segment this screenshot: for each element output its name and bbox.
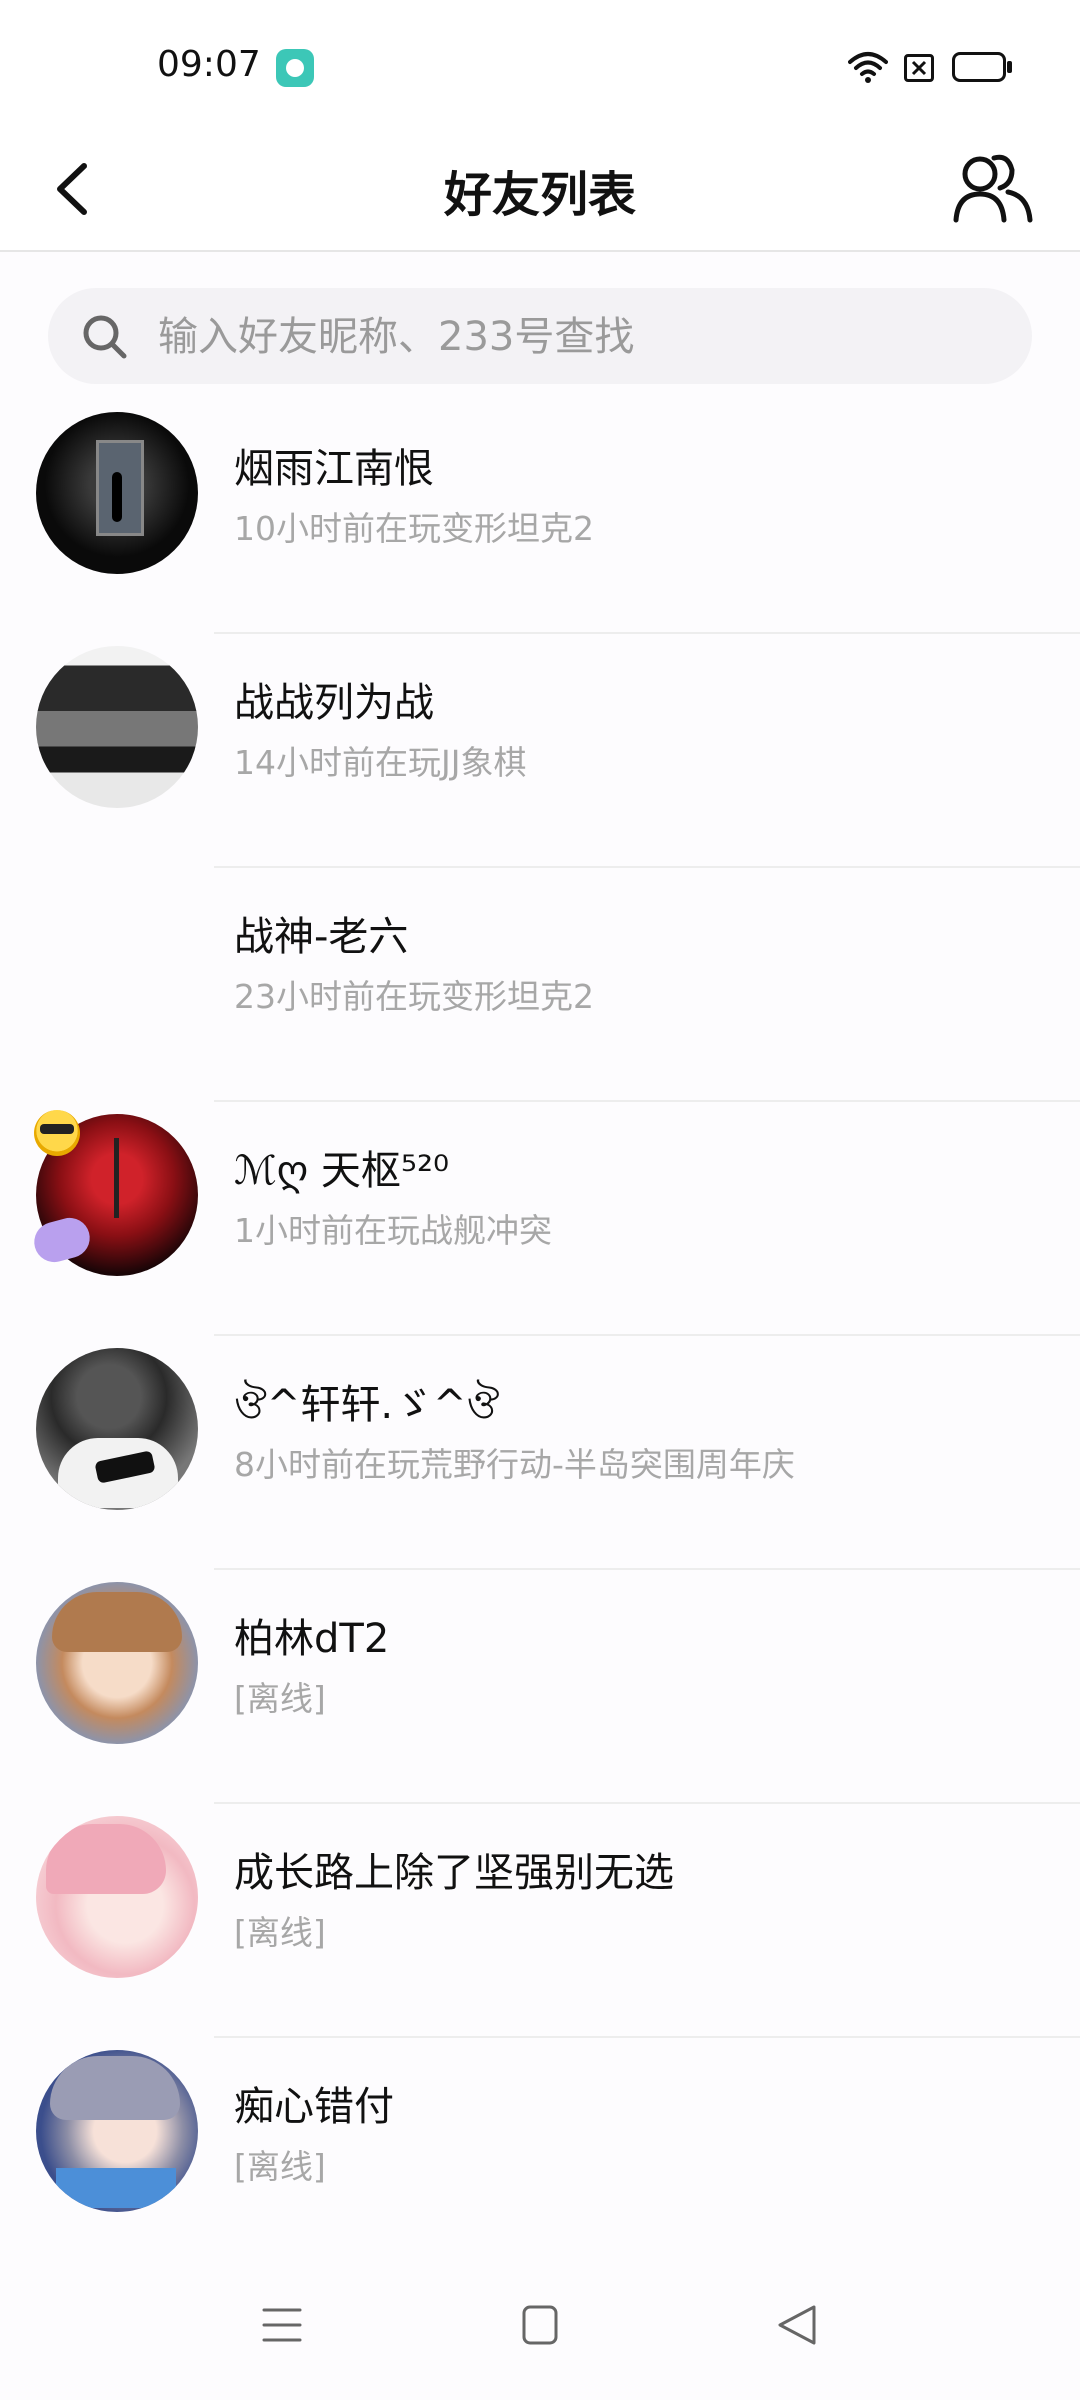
friend-item[interactable]: 痴心错付 [离线] (0, 2038, 1080, 2272)
friend-name: 战战列为战 (234, 680, 434, 726)
friend-status: [离线] (234, 2147, 326, 2186)
nav-back-button[interactable] (758, 2290, 838, 2360)
friend-item[interactable]: 战战列为战 14小时前在玩JJ象棋 (0, 634, 1080, 868)
page-title: 好友列表 (443, 167, 636, 223)
menu-icon (262, 2308, 302, 2342)
friend-item[interactable]: 成长路上除了坚强别无选 [离线] (0, 1804, 1080, 2038)
avatar (36, 1582, 198, 1744)
avatar (36, 1348, 198, 1510)
avatar (36, 412, 198, 574)
friend-item[interactable]: 柏林dT2 [离线] (0, 1570, 1080, 1804)
friend-status: 14小时前在玩JJ象棋 (234, 743, 527, 782)
friend-status: 23小时前在玩变形坦克2 (234, 977, 594, 1016)
friend-name: ঔ^轩轩.ゞ^ঔ (234, 1382, 500, 1428)
triangle-back-icon (778, 2305, 816, 2345)
friend-status: 10小时前在玩变形坦克2 (234, 509, 594, 548)
friend-item[interactable]: 战神-老六 23小时前在玩变形坦克2 (0, 868, 1080, 1102)
wifi-icon (848, 52, 888, 83)
friends-manage-button[interactable] (950, 148, 1038, 230)
avatar (36, 880, 198, 1042)
friend-item[interactable]: 烟雨江南恨 10小时前在玩变形坦克2 (0, 400, 1080, 634)
friend-name: 成长路上除了坚强别无选 (234, 1850, 674, 1896)
friend-name: 战神-老六 (234, 914, 409, 960)
battery-tip (1007, 61, 1012, 73)
search-icon (83, 315, 127, 359)
friend-name: 烟雨江南恨 (234, 446, 434, 492)
friend-name: ℳღ 天枢⁵²⁰ (234, 1148, 450, 1194)
header: 好友列表 (0, 128, 1080, 252)
sunglasses-emoji-icon (34, 1110, 80, 1156)
home-square-icon (522, 2305, 558, 2345)
avatar (36, 2050, 198, 2212)
search-bar (48, 288, 1032, 384)
friend-list: 烟雨江南恨 10小时前在玩变形坦克2 战战列为战 14小时前在玩JJ象棋 战神-… (0, 400, 1080, 2272)
no-sim-icon (904, 54, 934, 82)
app-notification-icon (276, 49, 314, 87)
search-input[interactable] (156, 306, 1000, 368)
nav-home-button[interactable] (500, 2290, 580, 2360)
friend-status: [离线] (234, 1913, 326, 1952)
friend-status: 1小时前在玩战舰冲突 (234, 1211, 552, 1250)
friend-status: 8小时前在玩荒野行动-半岛突围周年庆 (234, 1445, 795, 1484)
nav-menu-button[interactable] (242, 2290, 322, 2360)
friend-name: 柏林dT2 (234, 1616, 390, 1662)
avatar (36, 1816, 198, 1978)
friend-list-screen: 09:07 好友列表 输入好友昵称、233号查找 烟雨江南恨 10小时前在玩变形… (0, 0, 1080, 2400)
friend-item[interactable]: ঔ^轩轩.ゞ^ঔ 8小时前在玩荒野行动-半岛突围周年庆 (0, 1336, 1080, 1570)
friend-status: [离线] (234, 1679, 326, 1718)
battery-icon (952, 52, 1006, 82)
users-icon (953, 154, 1033, 223)
friend-name: 痴心错付 (234, 2084, 394, 2130)
status-time: 09:07 (157, 44, 261, 85)
avatar (36, 646, 198, 808)
system-nav-bar (0, 2250, 1080, 2400)
status-bar: 09:07 (0, 0, 1080, 128)
friend-item[interactable]: ℳღ 天枢⁵²⁰ 1小时前在玩战舰冲突 (0, 1102, 1080, 1336)
